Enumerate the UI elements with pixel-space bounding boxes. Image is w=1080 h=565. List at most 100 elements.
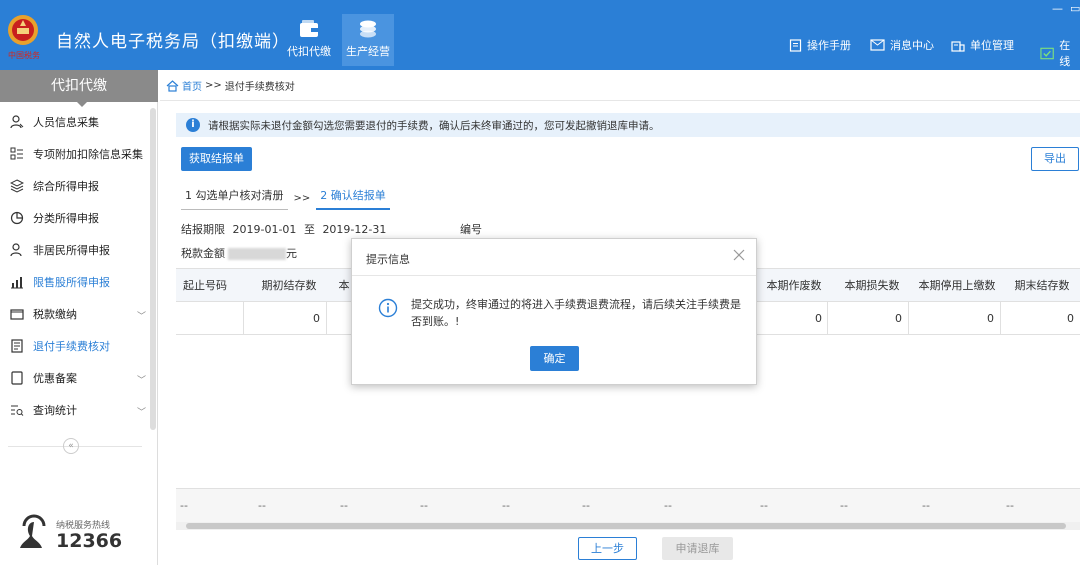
sidebar-item-label: 专项附加扣除信息采集 xyxy=(33,148,143,161)
breadcrumb-current: 退付手续费核对 xyxy=(224,82,295,93)
breadcrumb-home-link[interactable]: 首页 xyxy=(182,78,202,93)
period-row: 结报期限 2019-01-01 至 2019-12-31 xyxy=(181,221,386,237)
person-alt-icon xyxy=(10,243,22,257)
manual-label: 操作手册 xyxy=(807,39,851,52)
col-header: 起止号码 xyxy=(183,279,227,292)
period-to-separator: 至 xyxy=(303,223,315,236)
restore-button[interactable]: ▭ xyxy=(1070,2,1080,15)
sidebar-item-restricted-stock[interactable]: 限售股所得申报 xyxy=(0,266,150,298)
col-header: 期末结存数 xyxy=(1014,279,1070,292)
manual-icon xyxy=(789,38,802,52)
sidebar-item-label: 优惠备案 xyxy=(33,372,77,385)
dialog-message: 提交成功，终审通过的将进入手续费退费流程，请后续关注手续费是否到账。! xyxy=(411,298,741,328)
summary-cell: -- xyxy=(502,499,510,512)
home-icon xyxy=(166,79,179,92)
table-cell: 0 xyxy=(313,312,320,325)
pie-icon xyxy=(10,211,24,225)
sidebar-item-label: 查询统计 xyxy=(33,404,77,417)
bar-chart-icon xyxy=(11,277,23,289)
scrollbar-thumb[interactable] xyxy=(186,523,1066,529)
table-horizontal-scrollbar[interactable] xyxy=(176,522,1080,530)
app-title: 自然人电子税务局（扣缴端） xyxy=(56,32,290,52)
sidebar-item-special-deduction[interactable]: 专项附加扣除信息采集 xyxy=(0,138,150,170)
sidebar-item-person-info[interactable]: 人员信息采集 xyxy=(0,106,150,138)
table-cell: 0 xyxy=(895,312,902,325)
layers-icon xyxy=(10,179,24,193)
sidebar-item-query[interactable]: 查询统计 ﹀ xyxy=(0,394,150,426)
chevron-down-icon: ﹀ xyxy=(136,376,146,386)
amount-row: 税款金额 元 xyxy=(181,245,297,261)
summary-cell: -- xyxy=(1006,499,1014,512)
online-label: 在线 xyxy=(1059,39,1071,68)
hotline-block: 纳税服务热线 12366 xyxy=(18,512,148,556)
tax-emblem-logo: 中国税务 xyxy=(8,15,40,60)
person-icon xyxy=(10,115,24,129)
nav-withholding[interactable]: 代扣代缴 xyxy=(283,14,335,66)
step-arrow: >> xyxy=(293,193,311,204)
sidebar-title-pointer xyxy=(75,100,89,107)
cell-divider xyxy=(243,302,244,335)
breadcrumb: 首页 >> 退付手续费核对 xyxy=(166,78,295,93)
step-1[interactable]: 1 勾选单户核对清册 xyxy=(181,187,288,210)
manual-link[interactable]: 操作手册 xyxy=(789,37,851,53)
minimize-button[interactable]: — xyxy=(1052,2,1063,15)
wallet-icon xyxy=(300,20,318,37)
amount-unit: 元 xyxy=(286,247,297,260)
sidebar-item-comprehensive[interactable]: 综合所得申报 xyxy=(0,170,150,202)
table-cell xyxy=(326,302,346,335)
sidebar-collapse-button[interactable]: « xyxy=(63,438,79,454)
sidebar-title: 代扣代缴 xyxy=(0,70,158,102)
fetch-settlement-button[interactable]: 获取结报单 xyxy=(181,147,252,171)
document-icon xyxy=(11,339,23,353)
info-icon: i xyxy=(186,118,200,132)
sidebar-scrollbar[interactable] xyxy=(150,108,156,430)
table-cell: 0 xyxy=(987,312,994,325)
period-label: 结报期限 xyxy=(181,223,225,236)
unit-mgmt-link[interactable]: 单位管理 xyxy=(951,37,1014,53)
nav-business-label: 生产经营 xyxy=(346,45,390,58)
col-header: 期初结存数 xyxy=(261,279,317,292)
sidebar-item-label: 限售股所得申报 xyxy=(33,276,110,289)
sidebar-item-classified[interactable]: 分类所得申报 xyxy=(0,202,150,234)
apply-refund-button[interactable]: 申请退库 xyxy=(662,537,733,560)
amount-label: 税款金额 xyxy=(181,247,225,260)
sidebar-item-fee-refund[interactable]: 退付手续费核对 xyxy=(0,330,150,362)
online-check-icon xyxy=(1040,47,1054,59)
info-circle-icon xyxy=(378,298,398,318)
sidebar-item-nonresident[interactable]: 非居民所得申报 xyxy=(0,234,150,266)
sidebar-item-preferential[interactable]: 优惠备案 ﹀ xyxy=(0,362,150,394)
step-2[interactable]: 2 确认结报单 xyxy=(316,187,390,210)
close-icon[interactable] xyxy=(732,248,746,262)
masked-amount xyxy=(228,248,286,260)
step-indicator: 1 勾选单户核对清册 >> 2 确认结报单 xyxy=(181,187,390,210)
confirm-button[interactable]: 确定 xyxy=(530,346,579,371)
summary-cell: -- xyxy=(760,499,768,512)
sidebar-item-label: 退付手续费核对 xyxy=(33,340,110,353)
sidebar: 人员信息采集 专项附加扣除信息采集 综合所得申报 分类所得申报 非居民所得申报 … xyxy=(0,102,158,565)
sidebar-item-label: 非居民所得申报 xyxy=(33,244,110,257)
period-from: 2019-01-01 xyxy=(232,223,297,236)
nav-business[interactable]: 生产经营 xyxy=(342,14,394,66)
hotline-number: 12366 xyxy=(56,530,123,552)
info-notice: i 请根据实际未退付金额勾选您需要退付的手续费，确认后未终审通过的，您可发起撤销… xyxy=(176,113,1080,137)
chevron-down-icon: ﹀ xyxy=(136,312,146,322)
table-cell: 0 xyxy=(1067,312,1074,325)
cell-divider xyxy=(1000,302,1001,335)
messages-label: 消息中心 xyxy=(890,39,934,52)
table-summary-row: -- -- -- -- -- -- -- -- -- -- -- xyxy=(176,488,1080,522)
file-icon xyxy=(11,371,23,385)
app-header: 中国税务 自然人电子税务局（扣缴端） 代扣代缴 生产经营 操作手册 消息中心 单… xyxy=(0,0,1080,70)
info-dialog: 提示信息 提交成功，终审通过的将进入手续费退费流程，请后续关注手续费是否到账。!… xyxy=(351,238,757,385)
prev-step-button[interactable]: 上一步 xyxy=(578,537,637,560)
messages-link[interactable]: 消息中心 xyxy=(870,37,934,53)
building-icon xyxy=(951,40,965,52)
export-button[interactable]: 导出 xyxy=(1031,147,1079,171)
col-header: 本期作废数 xyxy=(766,279,822,292)
coins-icon xyxy=(360,20,376,38)
online-status-link[interactable]: 在线 xyxy=(1040,37,1080,69)
dialog-divider xyxy=(352,275,756,276)
summary-cell: -- xyxy=(258,499,266,512)
sidebar-item-tax-payment[interactable]: 税款缴纳 ﹀ xyxy=(0,298,150,330)
search-list-icon xyxy=(11,405,24,416)
summary-cell: -- xyxy=(664,499,672,512)
